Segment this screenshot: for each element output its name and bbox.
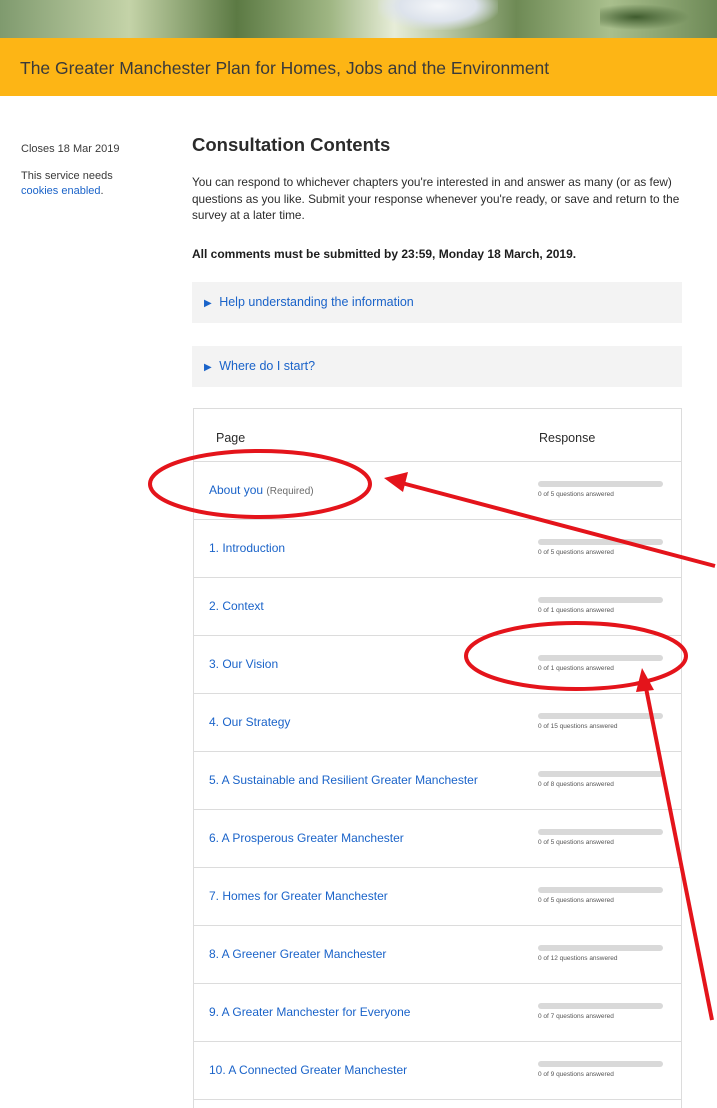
annotation-circle-progress xyxy=(464,621,688,691)
annotation-arrow-about-you xyxy=(384,472,716,568)
annotation-circle-about-you xyxy=(148,449,372,519)
annotation-overlay xyxy=(148,449,716,1021)
annotation-arrow-progress xyxy=(636,668,714,1021)
